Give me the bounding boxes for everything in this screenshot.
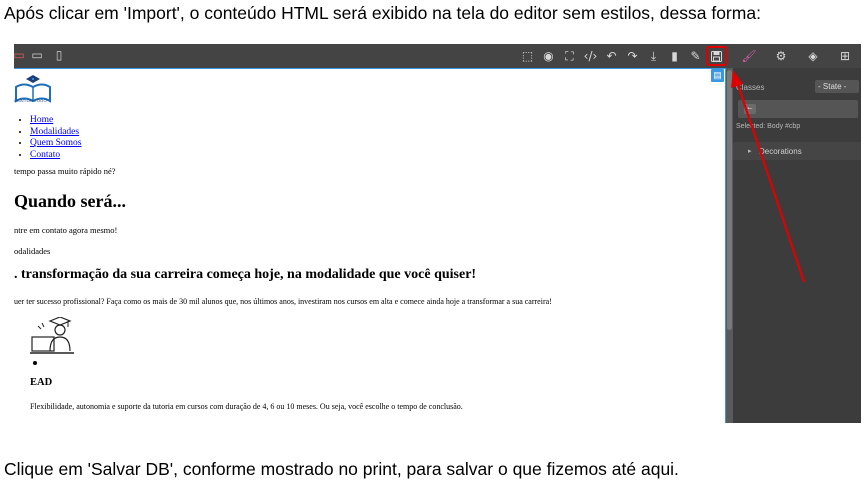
style-manager-panel: Classes - State - ⌙ Selected: Body #cbp … — [733, 68, 861, 423]
gear-icon[interactable]: ⚙ — [765, 44, 797, 68]
nav-list: Home Modalidades Quem Somos Contato — [30, 115, 81, 161]
state-select[interactable]: - State - — [815, 80, 859, 93]
fullscreen-icon[interactable]: ⛶ — [559, 44, 580, 68]
item-title-ead: EAD — [30, 377, 53, 388]
logo-caption: UCATION LOGO — [14, 98, 47, 103]
save-db-button[interactable] — [706, 44, 727, 68]
save-highlight-box — [706, 46, 727, 66]
scrollbar-thumb[interactable] — [727, 70, 732, 330]
nav-item: Home — [30, 115, 81, 127]
nav-item: Quem Somos — [30, 138, 81, 150]
nav-link-modalidades[interactable]: Modalidades — [30, 127, 79, 137]
editor-actions: ⬚ ◉ ⛶ ‹/› ↶ ↷ ⤓ ▮ ✎ — [517, 44, 727, 68]
nav-link-home[interactable]: Home — [30, 115, 53, 125]
student-laptop-icon — [30, 317, 74, 354]
badge-icon[interactable]: ▤ — [711, 69, 724, 82]
editor-canvas[interactable]: UCATION LOGO Home Modalidades Quem Somos… — [14, 68, 726, 423]
desktop-icon[interactable]: ▭ — [14, 49, 26, 62]
classes-input[interactable]: ⌙ — [738, 100, 858, 118]
decorations-label: Decorations — [759, 147, 802, 156]
nav-item: Modalidades — [30, 127, 81, 139]
instruction-caption-bottom: Clique em 'Salvar DB', conforme mostrado… — [4, 459, 679, 479]
web-editor-window: ▭ ▭ ▯ ⬚ ◉ ⛶ ‹/› ↶ ↷ ⤓ ▮ ✎ 🖌 ⚙ ◈ ⊞ UCATIO… — [14, 44, 861, 423]
heading-transformacao: . transformação da sua carreira começa h… — [14, 267, 477, 282]
undo-icon[interactable]: ↶ — [601, 44, 622, 68]
text-line: tempo passa muito rápido né? — [14, 166, 116, 176]
caret-right-icon: ▸ — [748, 148, 752, 155]
editor-toolbar: ▭ ▭ ▯ ⬚ ◉ ⛶ ‹/› ↶ ↷ ⤓ ▮ ✎ 🖌 ⚙ ◈ ⊞ — [14, 44, 861, 68]
panel-tabs: 🖌 ⚙ ◈ ⊞ — [733, 44, 861, 68]
brush-icon[interactable]: 🖌 — [733, 44, 765, 68]
nav-item: Contato — [30, 150, 81, 162]
layers-icon[interactable]: ◈ — [797, 44, 829, 68]
paragraph: uer ter sucesso profissional? Faça como … — [14, 297, 552, 306]
instruction-caption-top: Após clicar em 'Import', o conteúdo HTML… — [4, 3, 761, 23]
download-icon[interactable]: ⤓ — [643, 44, 664, 68]
item-description: Flexibilidade, autonomia e suporte da tu… — [30, 402, 463, 411]
edit-icon[interactable]: ✎ — [685, 44, 706, 68]
heading-quando: Quando será... — [14, 191, 127, 211]
code-icon[interactable]: ‹/› — [580, 44, 601, 68]
preview-eye-icon[interactable]: ◉ — [538, 44, 559, 68]
text-line: ntre em contato agora mesmo! — [14, 225, 118, 235]
classes-label: Classes — [736, 83, 765, 92]
text-line: odalidades — [14, 246, 51, 256]
canvas-scrollbar[interactable] — [726, 68, 733, 423]
redo-icon[interactable]: ↷ — [622, 44, 643, 68]
nav-link-quem-somos[interactable]: Quem Somos — [30, 138, 81, 148]
nav-link-contato[interactable]: Contato — [30, 150, 60, 160]
selected-label: Selected: Body #cbp — [736, 123, 801, 130]
decorations-sector[interactable]: ▸ Decorations — [733, 142, 861, 160]
sw-visibility-icon[interactable]: ⬚ — [517, 44, 538, 68]
class-tag-icon[interactable]: ⌙ — [744, 104, 756, 114]
mobile-icon[interactable]: ▯ — [52, 49, 66, 62]
trash-icon[interactable]: ▮ — [664, 44, 685, 68]
blocks-icon[interactable]: ⊞ — [829, 44, 861, 68]
list-bullet — [33, 361, 37, 365]
tablet-icon[interactable]: ▭ — [30, 49, 44, 62]
